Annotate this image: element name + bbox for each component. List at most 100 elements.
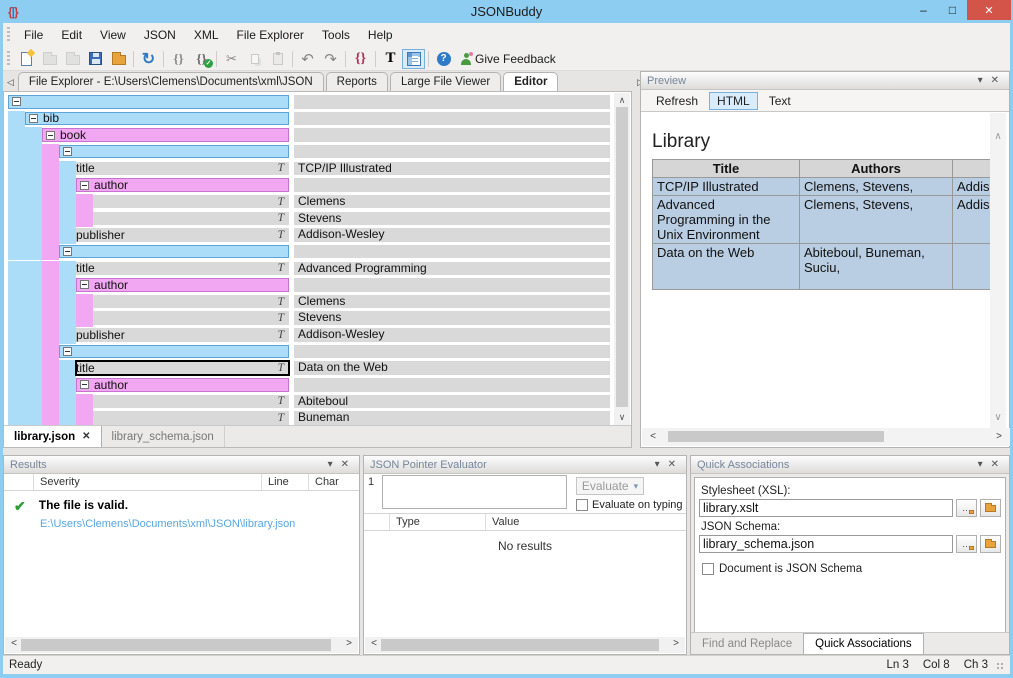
panel-close-icon[interactable]: ✕ xyxy=(987,459,1003,470)
tree-row[interactable]: T Stevens xyxy=(4,211,612,228)
refresh-button[interactable]: ↻ xyxy=(137,49,160,69)
tree-value-cell[interactable] xyxy=(294,245,610,259)
tree-node-cell[interactable]: titleT xyxy=(76,361,289,375)
column-line[interactable]: Line xyxy=(262,474,309,490)
menu-view[interactable]: View xyxy=(91,23,135,47)
tree-row[interactable]: titleT Data on the Web xyxy=(4,360,612,377)
tree-row[interactable]: author xyxy=(4,177,612,194)
tree-row[interactable]: titleT Advanced Programming xyxy=(4,261,612,278)
tree-value-cell[interactable]: TCP/IP Illustrated xyxy=(294,162,610,176)
tree-row[interactable] xyxy=(4,344,612,361)
tree-row[interactable]: author xyxy=(4,277,612,294)
tree-value-cell[interactable] xyxy=(294,112,610,126)
tree-row[interactable]: T Clemens xyxy=(4,294,612,311)
tree-value-cell[interactable] xyxy=(294,378,610,392)
open-folder-button[interactable] xyxy=(107,49,130,69)
scrollbar-thumb[interactable] xyxy=(616,107,628,407)
give-feedback-button[interactable]: Give Feedback xyxy=(455,52,562,66)
undo-button[interactable]: ↶ xyxy=(296,49,319,69)
tree-node-cell[interactable]: T xyxy=(93,212,289,226)
tab-large-file-viewer[interactable]: Large File Viewer xyxy=(390,72,501,91)
menu-tools[interactable]: Tools xyxy=(313,23,359,47)
scroll-down-icon[interactable]: ∨ xyxy=(990,412,1006,423)
evaluate-button[interactable]: Evaluate ▾ xyxy=(576,477,644,495)
tree-value-cell[interactable]: Stevens xyxy=(294,212,610,226)
tree-value-cell[interactable]: Abiteboul xyxy=(294,395,610,409)
validate-button[interactable]: {}✓ xyxy=(190,49,213,69)
tree-node-cell[interactable]: T xyxy=(93,311,289,325)
tab-scroll-left-icon[interactable]: ◁ xyxy=(3,77,18,91)
tree-row[interactable]: TAbiteboul xyxy=(4,394,612,411)
tree-value-cell[interactable]: Stevens xyxy=(294,311,610,325)
menu-file-explorer[interactable]: File Explorer xyxy=(228,23,313,47)
scroll-right-icon[interactable]: > xyxy=(669,638,683,649)
tree-value-cell[interactable] xyxy=(294,278,610,292)
scroll-right-icon[interactable]: > xyxy=(342,638,356,649)
menu-file[interactable]: File xyxy=(15,23,52,47)
open-schema-button[interactable] xyxy=(980,535,1001,553)
document-is-schema-checkbox[interactable] xyxy=(702,563,714,575)
tree-node-cell[interactable] xyxy=(59,145,289,159)
json-syntax-button[interactable]: {} xyxy=(349,49,372,69)
column-value[interactable]: Value xyxy=(486,514,636,530)
tree-node-cell[interactable] xyxy=(59,345,289,359)
tree-row[interactable]: bib xyxy=(4,111,612,128)
tree-node-cell[interactable]: T xyxy=(93,411,289,425)
tree-node-cell[interactable]: author xyxy=(76,278,289,292)
resize-grip[interactable] xyxy=(997,663,1005,671)
tree-value-cell[interactable] xyxy=(294,95,610,109)
scroll-left-icon[interactable]: < xyxy=(646,431,660,442)
tab-quick-associations[interactable]: Quick Associations xyxy=(803,633,924,654)
tab-editor[interactable]: Editor xyxy=(503,72,558,91)
help-button[interactable]: ? xyxy=(432,49,455,69)
tree-value-cell[interactable]: Buneman xyxy=(294,411,610,425)
tree-node-cell[interactable]: T xyxy=(93,195,289,209)
browse-stylesheet-button[interactable]: … xyxy=(956,499,977,517)
tree-row[interactable] xyxy=(4,244,612,261)
menu-json[interactable]: JSON xyxy=(135,23,185,47)
tree-row[interactable]: titleTTCP/IP Illustrated xyxy=(4,161,612,178)
tree-value-cell[interactable] xyxy=(294,345,610,359)
collapse-expander-icon[interactable] xyxy=(12,97,21,106)
collapse-expander-icon[interactable] xyxy=(80,181,89,190)
paste-button[interactable] xyxy=(266,49,289,69)
tree-value-cell[interactable] xyxy=(294,128,610,142)
tree-row[interactable]: book xyxy=(4,127,612,144)
menu-help[interactable]: Help xyxy=(359,23,402,47)
scroll-left-icon[interactable]: < xyxy=(367,638,381,649)
scroll-down-icon[interactable]: ∨ xyxy=(614,412,630,423)
doc-tab-library-json[interactable]: library.json ✕ xyxy=(4,426,102,447)
schema-input[interactable] xyxy=(699,535,953,553)
close-button[interactable]: ✕ xyxy=(967,0,1011,20)
tree-node-cell[interactable] xyxy=(8,95,289,109)
maximize-button[interactable]: □ xyxy=(938,0,967,20)
panel-close-icon[interactable]: ✕ xyxy=(337,459,353,470)
tree-value-cell[interactable]: Addison-Wesley xyxy=(294,228,610,242)
collapse-expander-icon[interactable] xyxy=(29,114,38,123)
tree-value-cell[interactable]: Data on the Web xyxy=(294,361,610,375)
save-button[interactable] xyxy=(84,49,107,69)
tree-value-cell[interactable]: Advanced Programming xyxy=(294,262,610,276)
panel-menu-icon[interactable]: ▾ xyxy=(324,459,337,470)
collapse-expander-icon[interactable] xyxy=(46,131,55,140)
tree-node-cell[interactable]: publisherT xyxy=(76,328,289,342)
scroll-right-icon[interactable]: > xyxy=(992,431,1006,442)
tree-node-cell[interactable] xyxy=(59,245,289,259)
scroll-up-icon[interactable]: ∧ xyxy=(990,131,1006,142)
scrollbar-thumb[interactable] xyxy=(381,639,659,651)
tree-node-cell[interactable]: titleT xyxy=(76,262,289,276)
tree-node-cell[interactable]: T xyxy=(93,295,289,309)
tree-row[interactable]: T Buneman xyxy=(4,410,612,426)
minimize-button[interactable]: – xyxy=(909,0,938,20)
tree-value-cell[interactable]: Clemens xyxy=(294,195,610,209)
evaluate-on-typing-checkbox[interactable] xyxy=(576,499,588,511)
text-view-button[interactable]: T xyxy=(379,49,402,69)
tab-file-explorer[interactable]: File Explorer - E:\Users\Clemens\Documen… xyxy=(18,72,324,91)
tree-node-cell[interactable]: book xyxy=(42,128,289,142)
collapse-expander-icon[interactable] xyxy=(63,147,72,156)
tree-row[interactable]: publisherTAddison-Wesley xyxy=(4,227,612,244)
close-tab-icon[interactable]: ✕ xyxy=(82,431,90,442)
validation-result-row[interactable]: ✔ The file is valid. xyxy=(14,498,359,515)
open-file-button[interactable] xyxy=(61,49,84,69)
tree-value-cell[interactable]: Clemens xyxy=(294,295,610,309)
